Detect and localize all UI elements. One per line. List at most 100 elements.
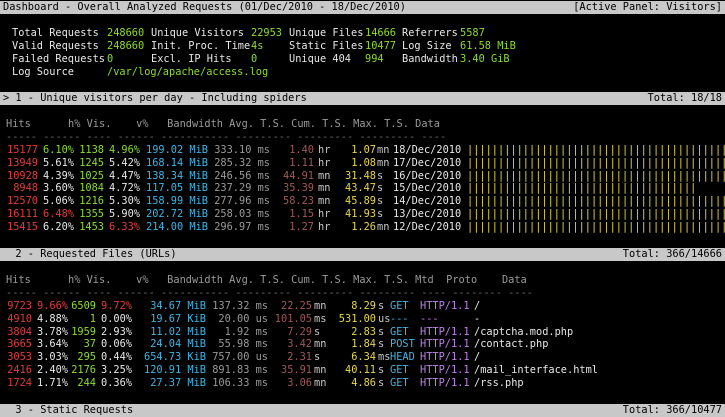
visitors-percent: 0.36%	[101, 376, 132, 389]
visitors-value: 1084	[79, 182, 104, 195]
hits-percent: 4.88%	[37, 312, 68, 325]
hits-percent: 3.64%	[37, 338, 68, 351]
avg-ts-value: 277.96 ms	[214, 195, 270, 208]
cum-ts-value: 1.40	[289, 144, 314, 156]
cum-ts-value: 44.91	[283, 169, 314, 182]
panel-title-requests: 2 - Requested Files (URLs)	[3, 248, 177, 260]
visitors-row[interactable]: 15177 6.10% 1138 4.96% 199.02 MiB 333.10 ms 1.…	[0, 144, 725, 157]
requests-row[interactable]: 4910 4.88% 1 0.00% 19.67 KiB 20.00 us 101.05 ms…	[0, 313, 725, 326]
max-ts-value: 31.48	[345, 169, 376, 182]
visitors-value: 1959	[71, 325, 96, 338]
bandwidth-value: 27.37 MiB	[150, 376, 206, 389]
title-bar: Dashboard - Overall Analyzed Requests (0…	[0, 1, 725, 14]
url-value: /captcha.mod.php	[474, 325, 574, 338]
avg-ts-value: 296.97 ms	[214, 220, 270, 233]
cum-ts-unit: mn	[314, 364, 327, 376]
protocol-value: HTTP/1.1	[420, 351, 470, 364]
requests-row[interactable]: 3665 3.64% 37 0.06% 24.04 MiB 55.98 ms 3.42 mn 1…	[0, 338, 725, 351]
panel-header-static[interactable]: 3 - Static Requests Total: 366/10477	[0, 404, 725, 417]
avg-ts-value: 891.83 ms	[212, 364, 268, 376]
max-ts-value: 45.89	[345, 195, 376, 208]
cum-ts-value: 1.11	[289, 156, 314, 169]
max-ts-value: 2.83	[351, 325, 376, 338]
cum-ts-value: 1.27	[289, 220, 314, 233]
visitors-value: 1	[89, 312, 96, 325]
requests-row[interactable]: 1724 1.71% 244 0.36% 27.37 MiB 106.33 ms 3.06 m…	[0, 377, 725, 390]
hits-value: 3804	[7, 325, 32, 338]
protocol-value: HTTP/1.1	[420, 364, 470, 376]
panel-header-visitors[interactable]: > 1 - Unique visitors per day - Includin…	[0, 92, 725, 105]
visitors-column-headers: Hits h% Vis. v% Bandwidth Avg. T.S. Cum.…	[6, 118, 440, 130]
visitors-percent: 0.44%	[101, 351, 132, 364]
method-value: POST	[390, 338, 415, 351]
hits-bar: ||||||||||||||||||||||||||||||||||||||||…	[467, 156, 725, 169]
bandwidth-value: 199.02 MiB	[146, 144, 208, 156]
max-ts-value: 6.34	[351, 351, 376, 364]
panel-total-visitors: Total: 18/18	[647, 92, 722, 104]
visitors-value: 1216	[79, 195, 104, 208]
requests-row[interactable]: 3804 3.78% 1959 2.93% 11.02 MiB 1.92 ms 7.29 s 2…	[0, 326, 725, 339]
date-value: 17/Dec/2010	[393, 156, 462, 169]
failed-requests-value: 0	[107, 53, 114, 65]
visitors-percent: 4.47%	[109, 169, 140, 182]
avg-ts-value: 757.00 us	[212, 351, 268, 364]
visitors-row[interactable]: 15415 6.20% 1453 6.33% 214.00 MiB 296.97 ms 1.…	[0, 221, 725, 234]
cum-ts-unit: mn	[314, 338, 327, 351]
panel-header-requests[interactable]: 2 - Requested Files (URLs) Total: 366/14…	[0, 248, 725, 261]
max-ts-value: 1.26	[351, 220, 376, 233]
visitors-percent: 2.93%	[101, 325, 132, 338]
method-value: GET	[390, 376, 409, 389]
visitors-value: 295	[77, 351, 96, 364]
max-ts-value: 41.93	[345, 208, 376, 220]
cum-ts-value: 35.39	[283, 182, 314, 195]
avg-ts-value: 333.10 ms	[214, 144, 270, 156]
hits-percent: 9.66%	[37, 300, 68, 312]
date-value: 14/Dec/2010	[393, 195, 462, 208]
cum-ts-unit: mn	[314, 376, 327, 389]
url-value: /contact.php	[474, 338, 549, 351]
visitors-percent: 6.33%	[109, 220, 140, 233]
visitors-percent: 3.25%	[101, 364, 132, 376]
visitors-row[interactable]: 12570 5.06% 1216 5.30% 158.99 MiB 277.96 ms 58…	[0, 195, 725, 208]
visitors-row[interactable]: 13949 5.61% 1245 5.42% 168.14 MiB 285.32 ms 1.…	[0, 157, 725, 170]
log-size-value: 61.58 MiB	[460, 40, 516, 52]
bandwidth-value: 117.05 MiB	[146, 182, 208, 195]
hits-value: 13949	[7, 156, 38, 169]
panel-total-static: Total: 366/10477	[622, 404, 722, 416]
visitors-row[interactable]: 8948 3.60% 1084 4.72% 117.05 MiB 237.29 ms 35.…	[0, 182, 725, 195]
requests-row[interactable]: 2416 2.40% 2176 3.25% 120.91 MiB 891.83 ms 35.…	[0, 364, 725, 377]
visitors-value: 37	[83, 338, 96, 351]
visitors-column-separator: ----- ------ ---- ------ ----------- ---…	[6, 131, 447, 143]
visitors-value: 244	[77, 376, 96, 389]
visitors-value: 1138	[79, 144, 104, 156]
hits-value: 10928	[7, 169, 38, 182]
avg-ts-value: 237.29 ms	[214, 182, 270, 195]
date-value: 15/Dec/2010	[393, 182, 462, 195]
visitors-row[interactable]: 16111 6.48% 1355 5.90% 202.72 MiB 258.03 ms 1.…	[0, 208, 725, 221]
max-ts-value: 43.47	[345, 182, 376, 195]
avg-ts-value: 258.03 ms	[214, 208, 270, 220]
hits-percent: 6.48%	[43, 208, 74, 220]
cum-ts-value: 2.31	[287, 351, 312, 364]
total-requests-label: Total Requests	[12, 27, 99, 39]
valid-requests-label: Valid Requests	[12, 40, 99, 52]
hits-bar: ||||||||||||||||||||||||||||||||||||||||…	[467, 208, 725, 220]
hits-value: 8948	[13, 182, 38, 195]
date-value: 12/Dec/2010	[393, 220, 462, 233]
visitors-row[interactable]: 10928 4.39% 1025 4.47% 138.34 MiB 246.56 ms 44…	[0, 170, 725, 183]
protocol-value: HTTP/1.1	[420, 325, 470, 338]
unique-files-value: 14666	[365, 27, 396, 39]
cum-ts-value: 3.42	[287, 338, 312, 351]
hits-percent: 5.06%	[43, 195, 74, 208]
excl-ip-hits-label: Excl. IP Hits	[151, 53, 232, 65]
requests-row[interactable]: 3053 3.03% 295 0.44% 654.73 KiB 757.00 us 2.31…	[0, 351, 725, 364]
cum-ts-value: 22.25	[281, 300, 312, 312]
hits-bar: |||||||||||||||||||||||||||||||||||||	[467, 182, 697, 195]
requests-column-separator: ----- ------ ---- ------ ----------- ---…	[6, 287, 533, 299]
static-files-label: Static Files	[289, 40, 364, 52]
unique-files-label: Unique Files	[289, 27, 364, 39]
bandwidth-label: Bandwidth	[402, 53, 458, 65]
unique-visitors-label: Unique Visitors	[151, 27, 244, 39]
requests-row[interactable]: 9723 9.66% 6509 9.72% 34.67 MiB 137.32 ms 22.2…	[0, 300, 725, 313]
visitors-value: 2176	[71, 364, 96, 376]
